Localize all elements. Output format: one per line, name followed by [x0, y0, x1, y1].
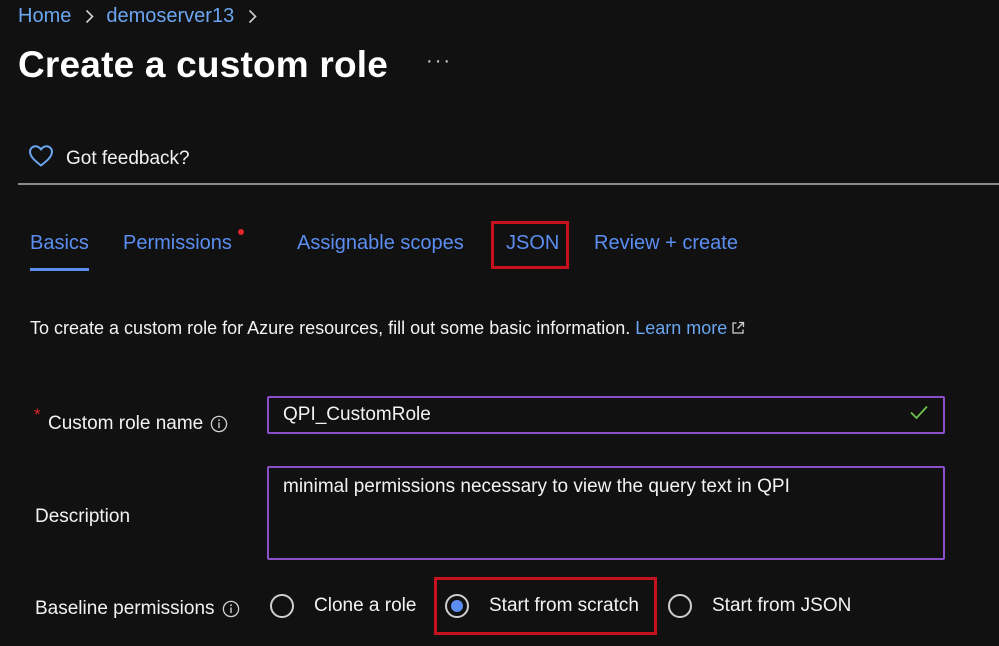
radio-clone-a-role[interactable]: Clone a role: [270, 594, 416, 618]
more-options-button[interactable]: ···: [426, 50, 452, 73]
info-icon[interactable]: [210, 415, 228, 433]
radio-start-from-json[interactable]: Start from JSON: [668, 594, 851, 618]
tab-review-create[interactable]: Review + create: [594, 232, 738, 255]
active-tab-indicator: [30, 268, 89, 271]
description-textarea[interactable]: minimal permissions necessary to view th…: [267, 466, 945, 560]
breadcrumb: Home demoserver13: [18, 5, 269, 28]
required-marker: *: [34, 405, 41, 424]
json-tab-highlight: [491, 221, 569, 269]
create-custom-role-page: Home demoserver13 Create a custom role ·…: [0, 0, 999, 646]
feedback-button[interactable]: Got feedback?: [28, 144, 190, 173]
custom-role-name-label: * Custom role name: [34, 405, 228, 435]
chevron-right-icon: [85, 9, 94, 24]
tab-review-create-label: Review + create: [594, 232, 738, 254]
info-icon[interactable]: [222, 600, 240, 618]
tab-assignable-scopes-label: Assignable scopes: [297, 232, 464, 254]
header-divider: [18, 183, 999, 185]
feedback-label: Got feedback?: [66, 147, 190, 169]
radio-unchecked-icon: [270, 594, 294, 618]
start-from-scratch-highlight: [434, 577, 657, 635]
baseline-permissions-label: Baseline permissions: [35, 598, 240, 620]
page-title: Create a custom role: [18, 44, 389, 85]
heart-icon: [28, 144, 54, 173]
radio-unchecked-icon: [668, 594, 692, 618]
description-label: Description: [35, 506, 130, 528]
tab-basics[interactable]: Basics: [30, 232, 89, 271]
custom-role-name-label-text: Custom role name: [48, 413, 204, 434]
baseline-permissions-label-text: Baseline permissions: [35, 598, 215, 619]
custom-role-name-value: QPI_CustomRole: [283, 404, 431, 425]
tab-permissions-label: Permissions: [123, 232, 232, 254]
breadcrumb-server[interactable]: demoserver13: [106, 5, 234, 28]
external-link-icon: [731, 319, 745, 340]
tab-basics-label: Basics: [30, 232, 89, 254]
chevron-right-icon: [248, 9, 257, 24]
intro-description: To create a custom role for Azure resour…: [30, 318, 636, 338]
learn-more-link[interactable]: Learn more: [635, 318, 727, 338]
intro-text: To create a custom role for Azure resour…: [30, 318, 745, 340]
error-dot-icon: [237, 229, 244, 235]
breadcrumb-home[interactable]: Home: [18, 5, 71, 28]
radio-start-from-json-label: Start from JSON: [712, 595, 852, 616]
custom-role-name-input[interactable]: QPI_CustomRole: [267, 396, 945, 434]
tab-permissions[interactable]: Permissions: [123, 229, 244, 255]
tab-assignable-scopes[interactable]: Assignable scopes: [297, 232, 464, 255]
checkmark-icon: [909, 404, 929, 426]
radio-clone-a-role-label: Clone a role: [314, 595, 417, 616]
description-value: minimal permissions necessary to view th…: [283, 476, 790, 497]
description-label-text: Description: [35, 506, 131, 527]
title-row: Create a custom role ···: [18, 44, 452, 86]
